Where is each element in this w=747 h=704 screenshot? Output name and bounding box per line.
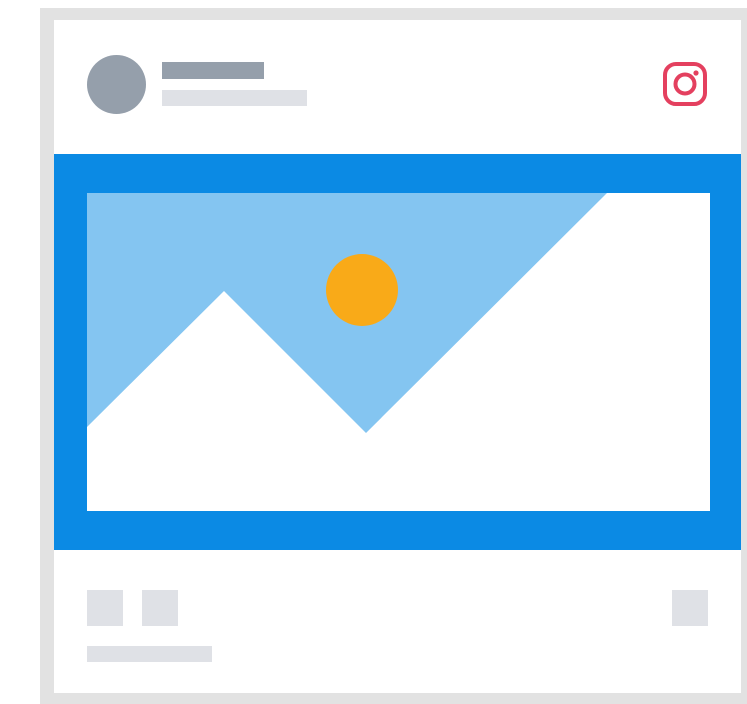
image-placeholder-icon — [87, 193, 710, 511]
instagram-icon[interactable] — [662, 61, 708, 107]
comment-button[interactable] — [142, 590, 178, 626]
bookmark-button[interactable] — [672, 590, 708, 626]
caption-placeholder — [87, 646, 212, 662]
avatar[interactable] — [87, 55, 146, 114]
subtitle-placeholder — [162, 90, 307, 106]
sun — [326, 254, 398, 326]
username-placeholder[interactable] — [162, 62, 264, 79]
like-button[interactable] — [87, 590, 123, 626]
